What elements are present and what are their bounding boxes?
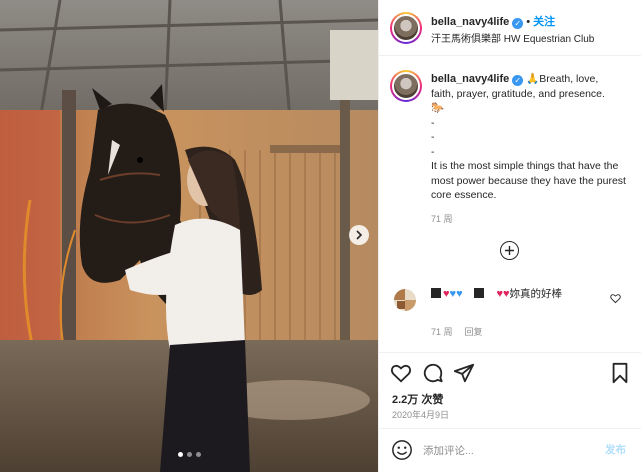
heart-icon[interactable] bbox=[390, 362, 412, 384]
carousel-next-button[interactable] bbox=[349, 225, 369, 245]
comment-like-heart-icon[interactable] bbox=[610, 293, 621, 304]
comment-bubble-icon[interactable] bbox=[422, 362, 444, 384]
carousel-dot-3[interactable] bbox=[195, 452, 201, 457]
commenter-avatar[interactable] bbox=[394, 289, 416, 311]
post-caption: bella_navy4life ✓ 🙏Breath, love, faith, p… bbox=[431, 72, 631, 203]
smiley-icon[interactable] bbox=[391, 439, 413, 461]
author-line: bella_navy4life ✓ • 关注 bbox=[431, 13, 555, 29]
praying-hands-emoji: 🙏 bbox=[526, 73, 540, 85]
caption-separator: - bbox=[431, 145, 435, 158]
post-photo-illustration bbox=[0, 0, 378, 472]
paper-plane-icon[interactable] bbox=[453, 362, 475, 384]
separator-dot: • bbox=[526, 16, 531, 28]
horse-emoji: 🐎 bbox=[431, 102, 445, 114]
bookmark-icon[interactable] bbox=[609, 362, 631, 384]
caption-author-avatar[interactable] bbox=[390, 70, 422, 102]
chevron-right-icon bbox=[356, 230, 363, 240]
post-details-panel: bella_navy4life ✓ • 关注 汗王馬術俱樂部 HW Equestria… bbox=[378, 0, 641, 472]
black-square-emoji bbox=[473, 288, 484, 298]
add-comment-bar: 发布 bbox=[379, 428, 641, 472]
post-comment-button[interactable]: 发布 bbox=[605, 442, 626, 457]
comment-text: ♥♥♥ ♥♥妳真的好棒 bbox=[431, 286, 562, 301]
caption-body: It is the most simple things that have t… bbox=[431, 160, 626, 201]
reply-button[interactable]: 回复 bbox=[465, 327, 483, 337]
caption-separator: - bbox=[431, 131, 435, 143]
load-more-comments-button[interactable] bbox=[500, 241, 519, 260]
caption-text-first: Breath, love, bbox=[539, 73, 599, 85]
post-date[interactable]: 2020年4月9日 bbox=[392, 408, 449, 421]
carousel-dot-2[interactable] bbox=[186, 452, 192, 457]
verified-badge-icon: ✓ bbox=[512, 75, 524, 86]
author-avatar[interactable] bbox=[390, 12, 422, 44]
black-square-emoji bbox=[431, 288, 441, 298]
verified-badge-icon: ✓ bbox=[512, 18, 524, 29]
comment-meta: 71 周 回复 bbox=[431, 325, 483, 338]
location-link[interactable]: 汗王馬術俱樂部 HW Equestrian Club bbox=[431, 30, 594, 45]
caption-username[interactable]: bella_navy4life bbox=[431, 73, 509, 85]
follow-button[interactable]: 关注 bbox=[533, 16, 555, 28]
like-count[interactable]: 2.2万 次赞 bbox=[392, 391, 443, 407]
caption-text-line2: faith, prayer, gratitude, and presence. bbox=[431, 87, 605, 100]
comment-timestamp[interactable]: 71 周 bbox=[431, 327, 453, 337]
plus-circle-icon bbox=[505, 246, 514, 255]
comment-input[interactable] bbox=[423, 442, 583, 460]
heart-emoji: ♥♥ bbox=[496, 288, 510, 300]
caption-separator: - bbox=[431, 116, 435, 129]
post-header: bella_navy4life ✓ • 关注 汗王馬術俱樂部 HW Equestria… bbox=[379, 0, 641, 56]
author-username[interactable]: bella_navy4life bbox=[431, 16, 509, 28]
carousel-dot-1[interactable] bbox=[177, 452, 183, 457]
post-photo[interactable] bbox=[0, 0, 378, 472]
caption-timestamp[interactable]: 71 周 bbox=[431, 212, 453, 225]
carousel-dots bbox=[0, 452, 378, 457]
blue-heart-emoji: ♥♥ bbox=[449, 288, 463, 300]
action-bar bbox=[379, 352, 641, 392]
comment-message: 妳真的好棒 bbox=[509, 288, 563, 300]
commenter-avatar-image bbox=[394, 289, 416, 311]
